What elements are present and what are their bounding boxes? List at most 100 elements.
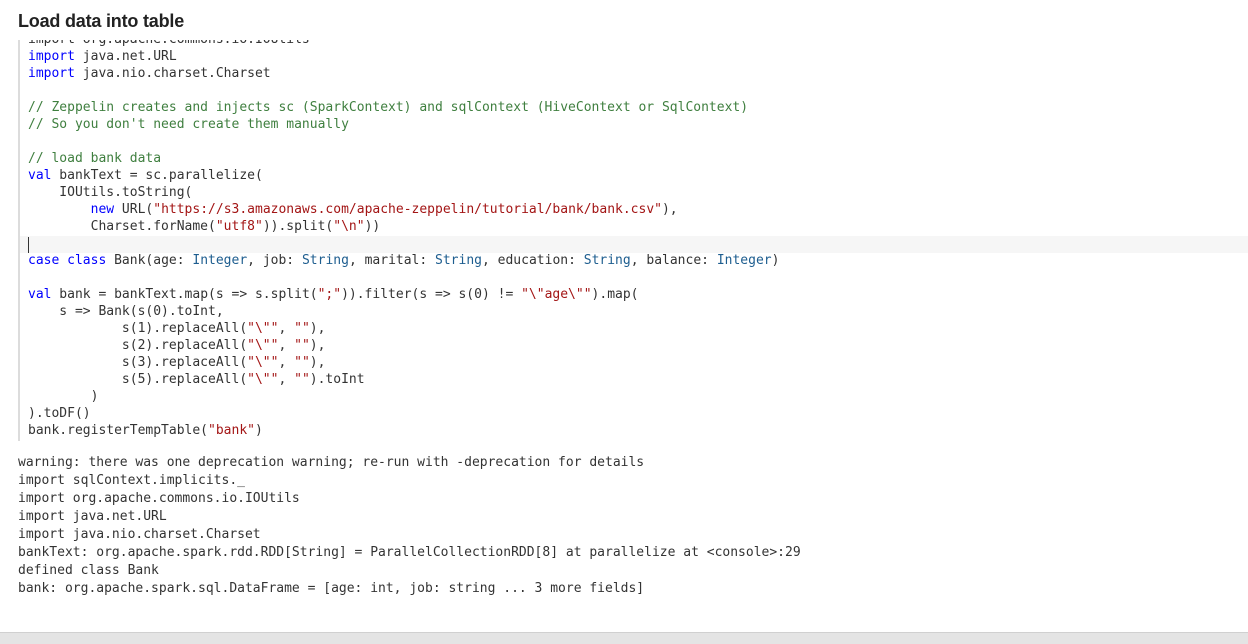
- output-line: warning: there was one deprecation warni…: [18, 455, 645, 470]
- code-token: val: [28, 168, 52, 183]
- code-token: ): [254, 423, 263, 438]
- output-line: bank: org.apache.spark.sql.DataFrame = […: [18, 581, 645, 596]
- code-token: Integer: [716, 253, 772, 268]
- code-token: URL(: [114, 202, 154, 217]
- code-line: IOUtils.toString(: [28, 184, 192, 201]
- code-token: ,: [278, 321, 295, 336]
- code-token: , balance:: [630, 253, 717, 268]
- code-token: s(3).replaceAll(: [28, 355, 248, 370]
- code-token: )): [364, 219, 381, 234]
- code-line: s(2).replaceAll("\"", ""),: [28, 337, 326, 354]
- code-token: case: [28, 253, 60, 268]
- code-line: s(5).replaceAll("\"", "").toInt: [28, 371, 365, 388]
- code-token: Charset.forName(: [28, 219, 216, 234]
- code-token: s(1).replaceAll(: [28, 321, 248, 336]
- code-token: , job:: [247, 253, 302, 268]
- code-token: ,: [278, 372, 295, 387]
- horizontal-scrollbar[interactable]: [0, 632, 1248, 644]
- code-token: ): [771, 253, 780, 268]
- code-line: val bankText = sc.parallelize(: [28, 167, 263, 184]
- code-line: s(1).replaceAll("\"", ""),: [28, 320, 326, 337]
- code-token: "": [294, 355, 310, 370]
- code-token: IOUtils.toString(: [28, 185, 193, 200]
- output-line: import java.net.URL: [18, 509, 167, 524]
- code-token: "\"": [247, 372, 279, 387]
- code-token: ,: [278, 355, 295, 370]
- code-token: String: [301, 253, 349, 268]
- code-token: s(2).replaceAll(: [28, 338, 248, 353]
- code-token: )).filter(s => s(0) !=: [341, 287, 522, 302]
- code-token: bankText = sc.parallelize(: [51, 168, 263, 183]
- code-token: s => Bank(s(0).toInt,: [28, 304, 224, 319]
- code-token: ),: [661, 202, 678, 217]
- code-line: new URL("https://s3.amazonaws.com/apache…: [28, 201, 678, 218]
- code-token: s(5).replaceAll(: [28, 372, 248, 387]
- code-editor[interactable]: import org.apache.commons.io.IOUtilsimpo…: [18, 40, 1248, 441]
- code-line: val bank = bankText.map(s => s.split(";"…: [28, 286, 639, 303]
- code-line: ): [28, 388, 99, 405]
- output-line: defined class Bank: [18, 563, 159, 578]
- code-token: class: [67, 253, 107, 268]
- code-token: // load bank data: [28, 151, 162, 166]
- code-token: "": [294, 321, 310, 336]
- code-token: , education:: [482, 253, 584, 268]
- code-line: import java.net.URL: [28, 48, 177, 65]
- active-line-highlight: [20, 236, 1248, 253]
- code-token: "\"": [247, 355, 279, 370]
- code-token: "\"age\"": [521, 287, 592, 302]
- code-token: ";": [317, 287, 342, 302]
- code-token: java.nio.charset.Charset: [74, 66, 271, 81]
- code-line: // So you don't need create them manuall…: [28, 116, 349, 133]
- code-token: ).map(: [591, 287, 639, 302]
- code-line: s(3).replaceAll("\"", ""),: [28, 354, 326, 371]
- code-line: case class Bank(age: Integer, job: Strin…: [28, 252, 779, 269]
- code-line: import org.apache.commons.io.IOUtils: [28, 40, 310, 48]
- code-token: // Zeppelin creates and injects sc (Spar…: [28, 100, 749, 115]
- code-token: bank.registerTempTable(: [28, 423, 209, 438]
- code-token: String: [583, 253, 631, 268]
- output-line: bankText: org.apache.spark.rdd.RDD[Strin…: [18, 545, 801, 560]
- output-line: import org.apache.commons.io.IOUtils: [18, 491, 300, 506]
- code-token: ),: [309, 355, 326, 370]
- code-token: "\"": [247, 321, 279, 336]
- code-token: "https://s3.amazonaws.com/apache-zeppeli…: [153, 202, 662, 217]
- paragraph-title[interactable]: Load data into table: [18, 11, 184, 32]
- code-token: ): [28, 389, 99, 404]
- code-line: // load bank data: [28, 150, 161, 167]
- code-token: )).split(: [262, 219, 334, 234]
- code-token: bank = bankText.map(s => s.split(: [51, 287, 318, 302]
- code-token: Integer: [192, 253, 248, 268]
- code-token: // So you don't need create them manuall…: [28, 117, 349, 132]
- code-token: "": [294, 372, 310, 387]
- code-token: Bank(age:: [106, 253, 193, 268]
- code-token: new: [90, 202, 115, 217]
- output-line: import sqlContext.implicits._: [18, 473, 245, 488]
- code-token: String: [435, 253, 482, 268]
- code-token: "bank": [208, 423, 255, 438]
- code-token: ),: [309, 338, 326, 353]
- code-token: ).toInt: [309, 372, 365, 387]
- code-line: bank.registerTempTable("bank"): [28, 422, 263, 439]
- code-line: Charset.forName("utf8")).split("\n")): [28, 218, 381, 235]
- code-line: s => Bank(s(0).toInt,: [28, 303, 224, 320]
- output-line: import java.nio.charset.Charset: [18, 527, 261, 542]
- code-token: import: [28, 66, 75, 81]
- code-token: import: [28, 49, 75, 64]
- code-token: import org.apache.commons.io.IOUtils: [28, 40, 310, 47]
- code-token: , marital:: [348, 253, 436, 268]
- code-token: ).toDF(): [28, 406, 91, 421]
- code-line: ).toDF(): [28, 405, 91, 422]
- code-token: ,: [278, 338, 295, 353]
- code-line: // Zeppelin creates and injects sc (Spar…: [28, 99, 748, 116]
- code-token: val: [28, 287, 52, 302]
- code-token: "utf8": [215, 219, 263, 234]
- code-token: "\"": [247, 338, 279, 353]
- text-cursor: [28, 237, 29, 253]
- code-token: "\n": [333, 219, 365, 234]
- code-token: "": [294, 338, 310, 353]
- paragraph-output: warning: there was one deprecation warni…: [18, 454, 801, 598]
- code-token: ),: [309, 321, 326, 336]
- code-line: import java.nio.charset.Charset: [28, 65, 271, 82]
